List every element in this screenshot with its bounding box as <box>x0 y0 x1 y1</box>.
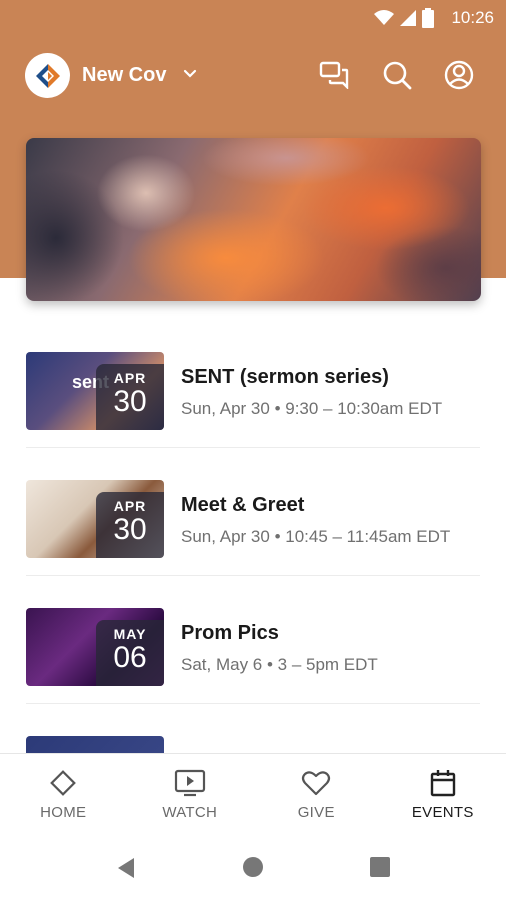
date-month: MAY <box>113 626 147 642</box>
nav-watch-label: WATCH <box>162 804 218 821</box>
nav-watch[interactable]: WATCH <box>127 754 254 834</box>
event-title: Meet & Greet <box>181 494 305 516</box>
status-time: 10:26 <box>451 8 494 27</box>
nav-give-label: GIVE <box>297 804 335 821</box>
event-title: SENT (sermon series) <box>181 366 389 388</box>
date-day: 30 <box>113 513 147 546</box>
events-icon <box>430 770 455 797</box>
account-icon <box>444 60 474 90</box>
chat-button[interactable] <box>318 58 352 92</box>
wifi-icon <box>374 10 394 25</box>
account-button[interactable] <box>442 58 476 92</box>
home-icon <box>50 770 77 796</box>
signal-icon <box>400 10 416 26</box>
event-meta: Sun, Apr 30 • 10:45 – 11:45am EDT <box>181 527 451 546</box>
logo-icon[interactable] <box>25 53 70 98</box>
chevron-down-icon[interactable] <box>182 66 198 82</box>
date-badge: APR 30 <box>96 492 164 558</box>
back-icon[interactable] <box>114 856 138 880</box>
app-bar: New Cov <box>0 46 506 104</box>
nav-home[interactable]: HOME <box>0 754 127 834</box>
nav-give[interactable]: GIVE <box>253 754 380 834</box>
battery-icon <box>422 8 434 28</box>
event-row-sent[interactable]: sent APR 30 SENT (sermon series) Sun, Ap… <box>26 320 480 448</box>
event-meta: Sat, May 6 • 3 – 5pm EDT <box>181 655 378 674</box>
date-day: 30 <box>113 385 147 418</box>
event-meta: Sun, Apr 30 • 9:30 – 10:30am EDT <box>181 399 443 418</box>
search-button[interactable] <box>380 58 414 92</box>
event-row-prom-pics[interactable]: MAY 06 Prom Pics Sat, May 6 • 3 – 5pm ED… <box>26 576 480 704</box>
nav-home-label: HOME <box>40 804 87 821</box>
date-month: APR <box>113 370 147 386</box>
nav-events-label: EVENTS <box>411 804 474 821</box>
nav-events[interactable]: EVENTS <box>380 754 506 834</box>
event-row-meet-greet[interactable]: APR 30 Meet & Greet Sun, Apr 30 • 10:45 … <box>26 448 480 576</box>
watch-icon <box>174 769 205 797</box>
event-thumbnail: MAY 06 <box>26 608 164 686</box>
bottom-nav: HOME WATCH GIVE EVENTS <box>0 753 506 834</box>
status-bar: 10:26 <box>0 0 506 36</box>
date-month: APR <box>113 498 147 514</box>
app-title[interactable]: New Cov <box>82 64 166 87</box>
date-badge: MAY 06 <box>96 620 164 686</box>
home-circle-icon[interactable] <box>242 856 264 878</box>
search-icon <box>383 61 412 90</box>
event-thumbnail: APR 30 <box>26 480 164 558</box>
chat-icon <box>319 61 349 89</box>
event-title: Prom Pics <box>181 622 279 644</box>
system-nav-bar <box>0 834 506 900</box>
event-thumbnail: sent APR 30 <box>26 352 164 430</box>
date-day: 06 <box>113 641 147 674</box>
hero-banner-image[interactable] <box>26 138 481 301</box>
date-badge: APR 30 <box>96 364 164 430</box>
give-icon <box>302 771 331 796</box>
recents-icon[interactable] <box>369 856 391 878</box>
